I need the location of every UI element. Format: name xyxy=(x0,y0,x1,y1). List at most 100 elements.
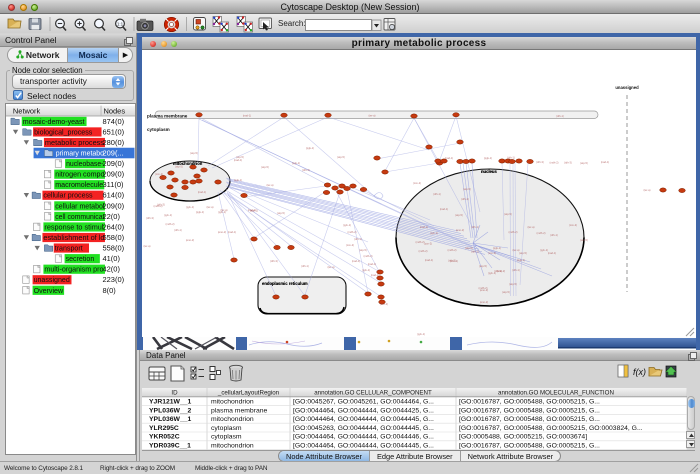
svg-text:[GO:0045263, GO:0044444, GO:00: [GO:0045263, GO:0044444, GO:0044445, G..… xyxy=(293,425,434,432)
svg-text:(nad-1): (nad-1) xyxy=(445,156,453,160)
svg-text:nucleobase-: nucleobase- xyxy=(66,160,104,168)
svg-text:(cox-2): (cox-2) xyxy=(413,181,421,185)
svg-text:mitochondrion: mitochondrion xyxy=(211,416,254,423)
svg-text:(tdh-3): (tdh-3) xyxy=(564,161,572,165)
svg-text:f(x): f(x) xyxy=(633,367,646,377)
svg-text:(atp-5): (atp-5) xyxy=(337,155,345,159)
svg-text:264(0): 264(0) xyxy=(103,222,125,231)
svg-text:cytoplasm: cytoplasm xyxy=(211,434,242,441)
svg-text:(nad-1): (nad-1) xyxy=(243,114,251,118)
svg-text:(eno-2): (eno-2) xyxy=(186,238,194,242)
svg-text:(nad-1): (nad-1) xyxy=(352,259,360,263)
svg-text:cellular process: cellular process xyxy=(43,192,93,200)
svg-text:mitochondrion: mitochondrion xyxy=(173,161,203,166)
svg-text:macromolecule: macromolecule xyxy=(55,181,103,189)
svg-text:YPL036W__2: YPL036W__2 xyxy=(149,407,192,414)
svg-text:(nad-1): (nad-1) xyxy=(420,225,428,229)
svg-text:(ter-a): (ter-a) xyxy=(327,265,334,269)
svg-text:(atp-5): (atp-5) xyxy=(479,264,487,268)
svg-text:cytoplasm: cytoplasm xyxy=(211,425,242,432)
svg-text:209(...: 209(... xyxy=(103,149,124,158)
svg-text:(atp-5): (atp-5) xyxy=(580,238,588,242)
svg-text:(pgk-1): (pgk-1) xyxy=(493,246,501,250)
svg-text:(cox-2): (cox-2) xyxy=(569,223,577,227)
svg-text:[GO:0044464, GO:0044444, GO:00: [GO:0044464, GO:0044444, GO:0044425, G..… xyxy=(293,407,434,414)
svg-text:(atp-5): (atp-5) xyxy=(519,251,527,255)
svg-text:(idh-1): (idh-1) xyxy=(556,114,564,118)
svg-text:(ter-a): (ter-a) xyxy=(266,183,273,187)
svg-text:(atp-5): (atp-5) xyxy=(277,211,285,215)
svg-text:annotation.GO CELLULAR_COMPONE: annotation.GO CELLULAR_COMPONENT xyxy=(314,390,432,397)
svg-text:(idh-1): (idh-1) xyxy=(354,237,362,241)
svg-text:(tdh-3): (tdh-3) xyxy=(494,269,502,273)
svg-text:(atp-5): (atp-5) xyxy=(509,282,517,286)
svg-text:(idh-1): (idh-1) xyxy=(512,268,520,272)
svg-text:(nad-1): (nad-1) xyxy=(548,251,556,255)
svg-text:plasma membrane: plasma membrane xyxy=(211,407,268,414)
svg-text:22(0): 22(0) xyxy=(103,212,121,221)
svg-text:[GO:0044464, GO:0044444, GO:00: [GO:0044464, GO:0044444, GO:0044445, G..… xyxy=(293,416,434,423)
svg-text:(atp-5): (atp-5) xyxy=(236,155,244,159)
svg-text:(ter-a): (ter-a) xyxy=(206,205,213,209)
svg-text:874(0): 874(0) xyxy=(103,117,125,126)
svg-text:311(0): 311(0) xyxy=(103,180,125,189)
svg-text:209(0): 209(0) xyxy=(103,201,125,210)
svg-text:(idh-1): (idh-1) xyxy=(550,233,558,237)
svg-text:cytoplasm: cytoplasm xyxy=(147,127,170,132)
svg-text:unassigned: unassigned xyxy=(615,85,639,90)
svg-text:(cox-2): (cox-2) xyxy=(346,243,354,247)
svg-text:(atp-5): (atp-5) xyxy=(455,213,463,217)
svg-text:(eno-2): (eno-2) xyxy=(218,230,226,234)
svg-text:614(0): 614(0) xyxy=(103,191,125,200)
svg-text:[GO:0044464, GO:0044444, GO:00: [GO:0044464, GO:0044444, GO:0044445, G..… xyxy=(293,443,434,450)
svg-text:(cox-2): (cox-2) xyxy=(424,242,432,246)
svg-text:(atp-5): (atp-5) xyxy=(502,290,510,294)
svg-text:(pgk-1): (pgk-1) xyxy=(484,156,492,160)
svg-text:(idh-1): (idh-1) xyxy=(301,264,309,268)
svg-text:mosaic-demo-yeast: mosaic-demo-yeast xyxy=(23,118,85,126)
svg-text:(mdh-2): (mdh-2) xyxy=(347,230,356,234)
svg-text:(mdh-2): (mdh-2) xyxy=(363,254,372,258)
svg-text:(pyk-1): (pyk-1) xyxy=(218,210,226,214)
svg-text:(pgk-1): (pgk-1) xyxy=(306,146,314,150)
svg-text:[GO:0016787, GO:0005488, GO:00: [GO:0016787, GO:0005488, GO:0005215, G..… xyxy=(459,399,600,406)
svg-text:ID: ID xyxy=(171,390,178,397)
svg-text:(pgk-1): (pgk-1) xyxy=(196,210,204,214)
svg-text:8(0): 8(0) xyxy=(103,286,117,295)
svg-text:(tdh-3): (tdh-3) xyxy=(146,216,154,220)
svg-text:response to stimul: response to stimul xyxy=(44,223,104,231)
svg-text:(idh-1): (idh-1) xyxy=(471,225,479,229)
svg-text:(tdh-3): (tdh-3) xyxy=(536,160,544,164)
svg-text:nucleus: nucleus xyxy=(481,169,497,174)
svg-text:(atp-5): (atp-5) xyxy=(463,187,471,191)
svg-text:plasma membrane: plasma membrane xyxy=(147,114,188,119)
svg-text:(mdh-2): (mdh-2) xyxy=(549,161,558,165)
svg-text:1:1: 1:1 xyxy=(117,21,124,26)
svg-text:Nodes: Nodes xyxy=(103,107,125,116)
svg-text:(idh-1): (idh-1) xyxy=(471,250,479,254)
svg-text:(idh-1): (idh-1) xyxy=(507,156,515,160)
svg-text:(nad-1): (nad-1) xyxy=(601,160,609,164)
svg-text:unassigned: unassigned xyxy=(34,276,70,284)
svg-text:(atp-5): (atp-5) xyxy=(465,246,473,250)
svg-text:[GO:0016787, GO:0005488, GO:00: [GO:0016787, GO:0005488, GO:0005215, GO:… xyxy=(459,425,643,432)
svg-text:42(0): 42(0) xyxy=(103,265,121,274)
svg-text:(mdh-2): (mdh-2) xyxy=(508,230,517,234)
svg-text:(atp-5): (atp-5) xyxy=(261,165,269,169)
svg-text:(idh-1): (idh-1) xyxy=(174,228,182,232)
svg-text:(ter-a): (ter-a) xyxy=(643,188,650,192)
svg-text:YPL036W__1: YPL036W__1 xyxy=(149,416,192,423)
svg-text:223(0): 223(0) xyxy=(103,275,125,284)
svg-text:YDR039C__1: YDR039C__1 xyxy=(149,443,191,450)
svg-text:transport: transport xyxy=(55,245,83,253)
svg-text:(atp-5): (atp-5) xyxy=(190,151,198,155)
svg-text:(pgk-1): (pgk-1) xyxy=(234,178,242,182)
svg-text:(cox-2): (cox-2) xyxy=(380,302,388,306)
svg-text:(pgk-1): (pgk-1) xyxy=(517,258,525,262)
svg-text:(atp-5): (atp-5) xyxy=(580,161,588,165)
svg-text:YJR121W__1: YJR121W__1 xyxy=(149,399,192,406)
svg-text:metabolic process: metabolic process xyxy=(45,139,105,147)
svg-text:annotation.GO MOLECULAR_FUNCTI: annotation.GO MOLECULAR_FUNCTION xyxy=(498,390,614,397)
svg-text:(mdh-2): (mdh-2) xyxy=(447,248,456,252)
svg-text:(idh-1): (idh-1) xyxy=(461,197,469,201)
